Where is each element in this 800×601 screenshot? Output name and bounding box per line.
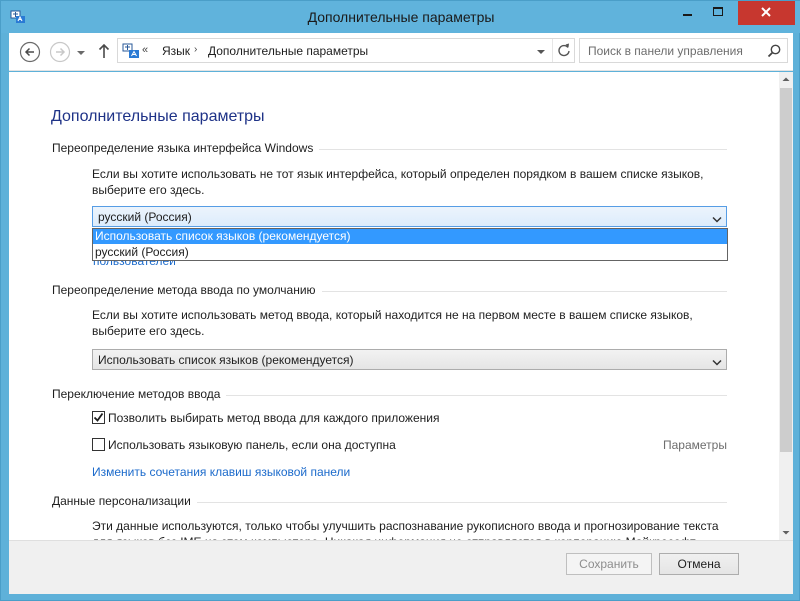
display-language-select[interactable]: русский (Россия)	[92, 206, 727, 227]
language-bar-options-link[interactable]: Параметры	[663, 438, 727, 452]
language-location-icon	[122, 42, 140, 60]
chevron-down-icon	[712, 213, 722, 223]
action-bar: Сохранить Отмена	[9, 540, 793, 594]
per-app-input-checkbox[interactable]	[92, 411, 105, 424]
section-switching-input-methods: Переключение методов ввода	[52, 387, 727, 401]
search-icon[interactable]	[766, 43, 782, 59]
up-arrow-icon[interactable]	[97, 42, 111, 60]
section-title-switching: Переключение методов ввода	[52, 387, 227, 401]
navigation-bar: « Язык › Дополнительные параметры Поиск …	[9, 33, 793, 71]
scroll-down-icon[interactable]	[779, 525, 793, 540]
display-language-select-value: русский (Россия)	[98, 210, 192, 224]
dropdown-option-use-language-list[interactable]: Использовать список языков (рекомендуетс…	[93, 229, 727, 244]
input-method-select-value: Использовать список языков (рекомендуетс…	[98, 353, 354, 367]
breadcrumb-separator[interactable]: ›	[194, 44, 197, 55]
display-language-description: Если вы хотите использовать не тот язык …	[92, 167, 704, 197]
section-input-method: Переопределение метода ввода по умолчани…	[52, 283, 727, 297]
search-placeholder: Поиск в панели управления	[588, 44, 743, 58]
minimize-button[interactable]	[673, 1, 702, 25]
language-bar-checkbox[interactable]	[92, 438, 105, 451]
search-input[interactable]: Поиск в панели управления	[579, 38, 788, 63]
display-language-dropdown-list: Использовать список языков (рекомендуетс…	[92, 228, 728, 261]
content-pane: Дополнительные параметры Переопределение…	[9, 72, 779, 540]
window: Дополнительные параметры « Язык › Дополн…	[0, 0, 800, 601]
breadcrumb-overflow-chevron[interactable]: «	[142, 44, 148, 56]
scroll-up-icon[interactable]	[779, 72, 793, 87]
back-arrow-icon[interactable]	[19, 41, 41, 63]
per-app-input-label[interactable]: Позволить выбирать метод ввода для каждо…	[108, 411, 439, 425]
close-button[interactable]	[738, 1, 795, 25]
maximize-button[interactable]	[703, 1, 733, 25]
language-bar-label[interactable]: Использовать языковую панель, если она д…	[108, 438, 396, 452]
section-title-input-method: Переопределение метода ввода по умолчани…	[52, 283, 322, 297]
breadcrumb-language[interactable]: Язык	[162, 44, 190, 58]
breadcrumb-advanced-settings[interactable]: Дополнительные параметры	[208, 44, 368, 58]
cancel-button[interactable]: Отмена	[659, 553, 739, 575]
forward-arrow-icon[interactable]	[49, 41, 71, 63]
section-title-display-language: Переопределение языка интерфейса Windows	[52, 141, 320, 155]
page-title: Дополнительные параметры	[51, 108, 265, 125]
personalization-description: Эти данные используются, только чтобы ул…	[92, 519, 719, 540]
input-method-description: Если вы хотите использовать метод ввода,…	[92, 308, 693, 338]
address-bar[interactable]: « Язык › Дополнительные параметры	[117, 38, 575, 63]
checkmark-icon	[93, 412, 104, 422]
section-display-language: Переопределение языка интерфейса Windows	[52, 141, 727, 155]
address-history-chevron-icon[interactable]	[536, 46, 546, 56]
title-bar: Дополнительные параметры	[1, 1, 800, 33]
scrollbar-thumb[interactable]	[780, 88, 792, 452]
save-button[interactable]: Сохранить	[566, 553, 652, 575]
section-personalization-data: Данные персонализации	[52, 494, 727, 508]
input-method-select[interactable]: Использовать список языков (рекомендуетс…	[92, 349, 727, 370]
recent-locations-chevron-icon[interactable]	[76, 47, 86, 57]
dropdown-option-russian[interactable]: русский (Россия)	[93, 245, 727, 260]
chevron-down-icon	[712, 356, 722, 366]
section-title-personalization: Данные персонализации	[52, 494, 197, 508]
change-hotkeys-link[interactable]: Изменить сочетания клавиш языковой панел…	[92, 465, 350, 479]
refresh-icon[interactable]	[552, 39, 574, 62]
vertical-scrollbar[interactable]	[779, 72, 793, 540]
